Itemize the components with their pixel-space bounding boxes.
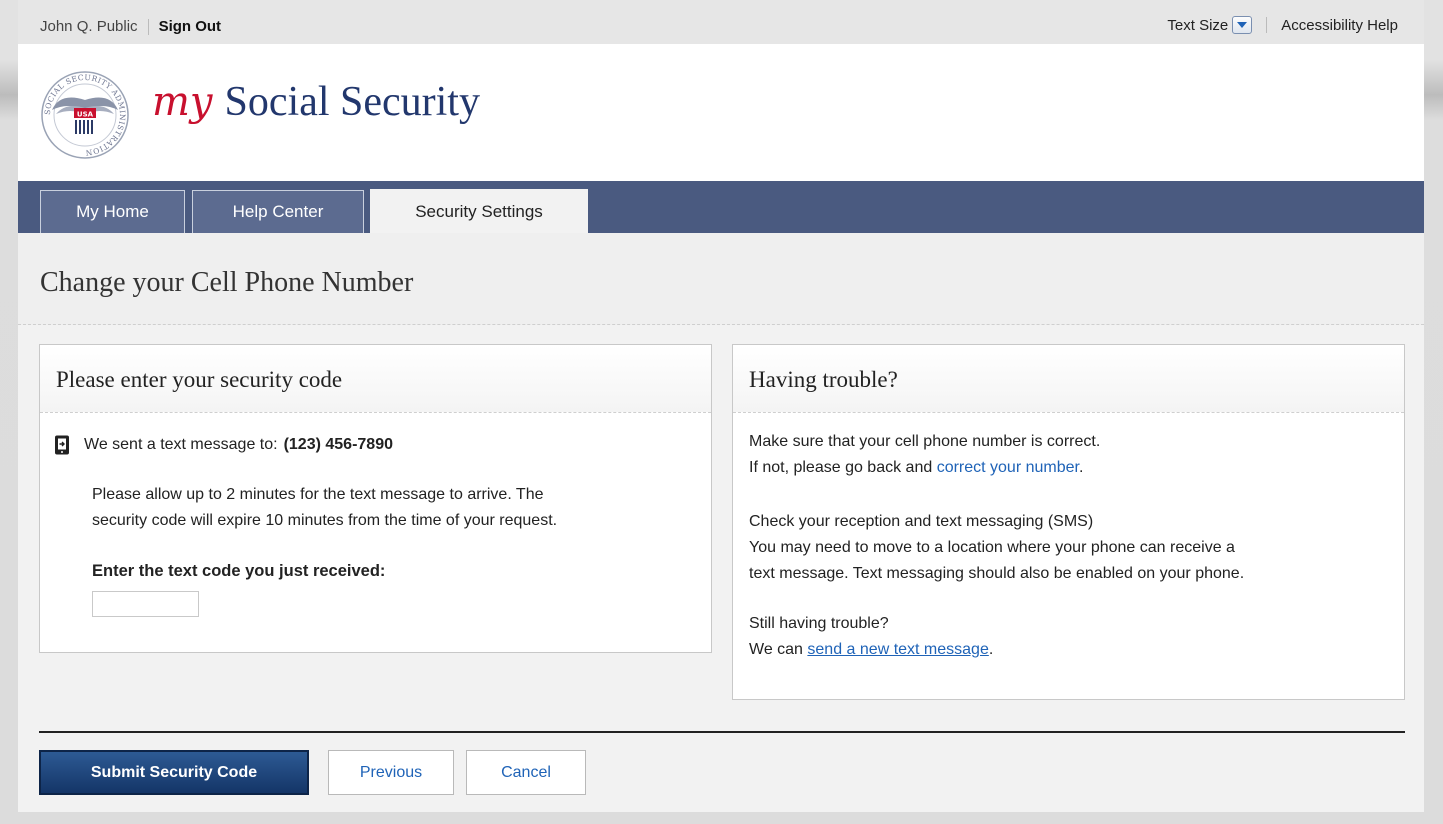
phone-number: (123) 456-7890 <box>283 436 393 453</box>
sign-out-link[interactable]: Sign Out <box>159 18 222 35</box>
tab-my-home[interactable]: My Home <box>40 190 185 233</box>
text-size-label: Text Size <box>1167 16 1229 34</box>
code-field-label: Enter the text code you just received: <box>92 562 386 580</box>
security-code-panel: Please enter your security code We sent … <box>39 344 712 653</box>
site-header: USA SOCIAL SECURITY ADMINISTRATION my So… <box>18 44 1424 181</box>
panel-header: Please enter your security code <box>40 345 711 413</box>
submit-security-code-button[interactable]: Submit Security Code <box>39 750 309 795</box>
text-line: Make sure that your cell phone number is… <box>749 433 1101 450</box>
allow-text-line: Please allow up to 2 minutes for the tex… <box>92 486 544 503</box>
phone-icon <box>55 435 69 455</box>
chevron-down-icon <box>1237 22 1248 28</box>
page-title: Change your Cell Phone Number <box>40 267 414 298</box>
cancel-button[interactable]: Cancel <box>466 750 586 795</box>
tab-security-settings[interactable]: Security Settings <box>370 189 588 233</box>
text-span: . <box>988 641 994 658</box>
text-line: Still having trouble? <box>749 615 889 632</box>
reception-paragraph: Check your reception and text messaging … <box>749 509 1389 587</box>
allow-text-line: security code will expire 10 minutes fro… <box>92 512 558 529</box>
allow-time-text: Please allow up to 2 minutes for the tex… <box>92 482 692 534</box>
user-name: John Q. Public <box>40 18 138 35</box>
previous-button[interactable]: Previous <box>328 750 454 795</box>
sent-label: We sent a text message to: <box>84 436 278 453</box>
text-span: . <box>1078 459 1084 476</box>
security-code-input[interactable] <box>92 591 199 617</box>
panel-heading: Please enter your security code <box>56 367 343 392</box>
brand-my: my <box>152 79 213 125</box>
check-number-paragraph: Make sure that your cell phone number is… <box>749 429 1389 481</box>
sent-message-row: We sent a text message to: (123) 456-789… <box>54 435 393 455</box>
divider <box>1266 17 1268 33</box>
correct-number-link[interactable]: correct your number <box>937 459 1079 476</box>
send-new-text-link[interactable]: send a new text message <box>807 641 988 658</box>
still-trouble-paragraph: Still having trouble? We can send a new … <box>749 611 1389 663</box>
accessibility-help-link[interactable]: Accessibility Help <box>1281 17 1398 34</box>
page-title-bar: Change your Cell Phone Number <box>18 233 1424 325</box>
divider <box>147 18 149 35</box>
page: John Q. Public Sign Out Text Size Access… <box>18 0 1424 812</box>
text-line: Check your reception and text messaging … <box>749 513 1094 530</box>
seal-usa-text: USA <box>77 111 94 119</box>
brand-name: Social Security <box>224 79 480 125</box>
panel-heading: Having trouble? <box>749 367 898 392</box>
brand-logo[interactable]: my Social Security <box>152 78 480 126</box>
text-line: We can send a new text message. <box>749 637 1389 663</box>
utility-links: Text Size Accessibility Help <box>1167 16 1398 34</box>
text-size-dropdown-button[interactable] <box>1232 16 1253 34</box>
user-area: John Q. Public Sign Out <box>40 18 221 35</box>
panel-header: Having trouble? <box>733 345 1404 413</box>
having-trouble-panel: Having trouble? Make sure that your cell… <box>732 344 1405 700</box>
tab-help-center[interactable]: Help Center <box>192 190 364 233</box>
text-span: If not, please go back and <box>749 459 937 476</box>
text-line: If not, please go back and correct your … <box>749 455 1389 481</box>
footer-divider <box>39 731 1405 733</box>
main-nav: My Home Help Center Security Settings <box>18 181 1424 233</box>
utility-bar: John Q. Public Sign Out Text Size Access… <box>18 0 1424 44</box>
ssa-seal-icon: USA SOCIAL SECURITY ADMINISTRATION <box>41 71 129 159</box>
text-line: text message. Text messaging should also… <box>749 565 1245 582</box>
text-line: You may need to move to a location where… <box>749 539 1235 556</box>
text-span: We can <box>749 641 808 658</box>
